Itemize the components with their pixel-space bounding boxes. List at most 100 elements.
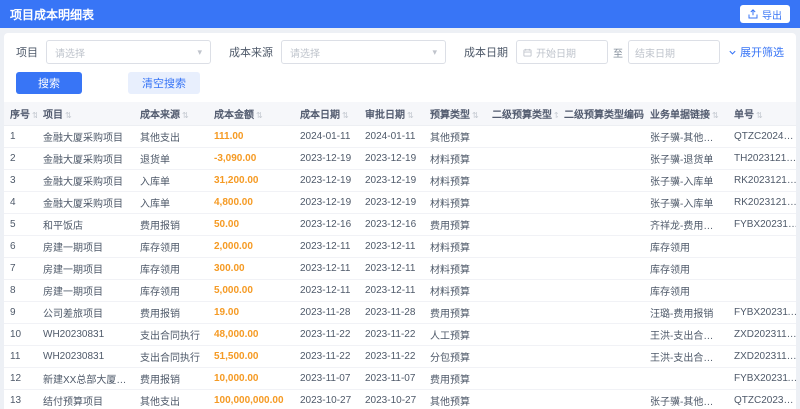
column-header-label: 预算类型 — [430, 110, 470, 121]
approval-date-cell: 2023-11-22 — [359, 323, 424, 346]
start-date-input[interactable]: 开始日期 — [516, 40, 608, 64]
budget-type-cell: 材料预算 — [424, 169, 486, 192]
expand-filter-link[interactable]: 展开筛选 — [728, 44, 784, 60]
project-cell: 金融大厦采购项目 — [37, 147, 134, 170]
project-select[interactable]: 请选择 ▾ — [46, 40, 211, 64]
column-header-budget-type[interactable]: 预算类型 ⇅ — [424, 102, 486, 126]
sub-budget-code-cell — [558, 279, 644, 302]
export-button-label: 导出 — [762, 10, 782, 22]
cost-amount-cell: 50.00 — [208, 213, 294, 236]
sort-icon[interactable]: ⇅ — [472, 111, 479, 120]
cost-source-select[interactable]: 请选择 ▾ — [281, 40, 446, 64]
sub-budget-type-cell — [486, 279, 558, 302]
sort-icon[interactable]: ⇅ — [712, 111, 719, 120]
doc-link-cell[interactable]: 张子骥-退货单 — [644, 147, 728, 170]
doc-no-cell: RK20231219003 — [728, 169, 796, 192]
cost-source-cell: 库存领用 — [134, 257, 208, 280]
cost-date-cell: 2023-12-11 — [294, 235, 359, 258]
project-select-placeholder: 请选择 — [55, 48, 85, 60]
column-header-doc-link[interactable]: 业务单据链接 ⇅ — [644, 102, 728, 126]
approval-date-cell: 2023-12-11 — [359, 235, 424, 258]
project-cell: WH20230831 — [37, 323, 134, 346]
cost-source-cell: 入库单 — [134, 169, 208, 192]
search-button[interactable]: 搜索 — [16, 72, 82, 94]
sub-budget-code-cell — [558, 213, 644, 236]
sort-icon[interactable]: ⇅ — [407, 111, 414, 120]
column-header-cost-date[interactable]: 成本日期 ⇅ — [294, 102, 359, 126]
export-button[interactable]: 导出 — [740, 5, 790, 23]
clear-search-button[interactable]: 清空搜索 — [128, 72, 200, 94]
row-index-cell: 11 — [4, 345, 37, 368]
doc-no-cell: ZXD20231122001 — [728, 345, 796, 368]
cost-amount-cell: 100,000,000.00 — [208, 389, 294, 409]
approval-date-cell: 2023-12-11 — [359, 279, 424, 302]
doc-link-cell[interactable]: 库存领用 — [644, 257, 728, 280]
sub-budget-type-cell — [486, 125, 558, 148]
export-icon — [748, 9, 758, 19]
approval-date-cell: 2023-12-19 — [359, 147, 424, 170]
sort-icon[interactable]: ⇅ — [182, 111, 189, 120]
doc-link-cell[interactable]: 张子骥-其他支出 — [644, 389, 728, 409]
column-header-cost-source[interactable]: 成本来源 ⇅ — [134, 102, 208, 126]
budget-type-cell: 费用预算 — [424, 301, 486, 324]
sort-icon[interactable]: ⇅ — [756, 111, 763, 120]
chevron-down-icon — [729, 50, 736, 55]
budget-type-cell: 费用预算 — [424, 213, 486, 236]
sub-budget-type-cell — [486, 389, 558, 409]
cost-date-cell: 2023-12-11 — [294, 257, 359, 280]
project-cell: 和平饭店 — [37, 213, 134, 236]
sort-icon[interactable]: ⇅ — [256, 111, 263, 120]
row-index-cell: 4 — [4, 191, 37, 214]
budget-type-cell: 其他预算 — [424, 389, 486, 409]
approval-date-cell: 2023-12-11 — [359, 257, 424, 280]
approval-date-cell: 2023-11-07 — [359, 367, 424, 390]
doc-link-cell[interactable]: 库存领用 — [644, 235, 728, 258]
doc-link-cell[interactable]: 齐祥龙-费用报销 — [644, 213, 728, 236]
row-index-cell: 6 — [4, 235, 37, 258]
sub-budget-type-cell — [486, 169, 558, 192]
doc-no-cell: TH20231219001 — [728, 147, 796, 170]
cost-date-cell: 2023-11-07 — [294, 367, 359, 390]
approval-date-cell: 2024-01-11 — [359, 125, 424, 148]
row-index-cell: 7 — [4, 257, 37, 280]
sort-icon[interactable]: ⇅ — [554, 111, 558, 120]
cost-source-cell: 费用报销 — [134, 301, 208, 324]
doc-no-cell: QTZC20240111001 — [728, 125, 796, 148]
doc-link-cell[interactable]: 张子骥-入库单 — [644, 169, 728, 192]
cost-amount-cell: 4,800.00 — [208, 191, 294, 214]
doc-link-cell[interactable]: 王洪-支出合同执行 — [644, 323, 728, 346]
budget-type-cell: 材料预算 — [424, 235, 486, 258]
doc-link-cell[interactable]: 库存领用 — [644, 279, 728, 302]
approval-date-cell: 2023-11-28 — [359, 301, 424, 324]
column-header-label: 审批日期 — [365, 110, 405, 121]
column-header-doc-no[interactable]: 单号 ⇅ — [728, 102, 796, 126]
end-date-input[interactable]: 结束日期 — [628, 40, 720, 64]
sort-icon[interactable]: ⇅ — [32, 111, 37, 120]
start-date-placeholder: 开始日期 — [536, 48, 576, 60]
sort-icon[interactable]: ⇅ — [65, 111, 72, 120]
doc-link-cell[interactable]: 张子骥-其他支出 — [644, 125, 728, 148]
column-header-project[interactable]: 项目 ⇅ — [37, 102, 134, 126]
sub-budget-type-cell — [486, 147, 558, 170]
column-header-cost-amount[interactable]: 成本金额 ⇅ — [208, 102, 294, 126]
column-header-approval-date[interactable]: 审批日期 ⇅ — [359, 102, 424, 126]
cost-source-cell: 入库单 — [134, 191, 208, 214]
column-header-label: 成本来源 — [140, 110, 180, 121]
project-cell: 金融大厦采购项目 — [37, 125, 134, 148]
action-bar: 搜索 清空搜索 — [4, 70, 796, 102]
column-header-sub-budget-code[interactable]: 二级预算类型编码⇅ — [558, 102, 644, 126]
column-header-sub-budget-type[interactable]: 二级预算类型⇅ — [486, 102, 558, 126]
doc-no-cell: QTZC20231027002 — [728, 389, 796, 409]
doc-no-cell: FYBX20231128001 — [728, 301, 796, 324]
column-header-label: 业务单据链接 — [650, 110, 710, 121]
cost-source-cell: 支出合同执行 — [134, 323, 208, 346]
doc-link-cell[interactable]: 张子骥-入库单 — [644, 191, 728, 214]
table-row: 8 房建一期项目 库存领用 5,000.00 2023-12-11 2023-12-11 材… — [4, 279, 796, 302]
column-header-label: 二级预算类型 — [492, 110, 552, 121]
doc-link-cell[interactable]: 汪璐-费用报销 — [644, 301, 728, 324]
cost-source-select-placeholder: 请选择 — [290, 48, 320, 60]
calendar-icon — [523, 48, 532, 57]
column-header-row-index[interactable]: 序号⇅ — [4, 102, 37, 126]
sort-icon[interactable]: ⇅ — [342, 111, 349, 120]
doc-link-cell[interactable]: 王洪-支出合同执行 — [644, 345, 728, 368]
